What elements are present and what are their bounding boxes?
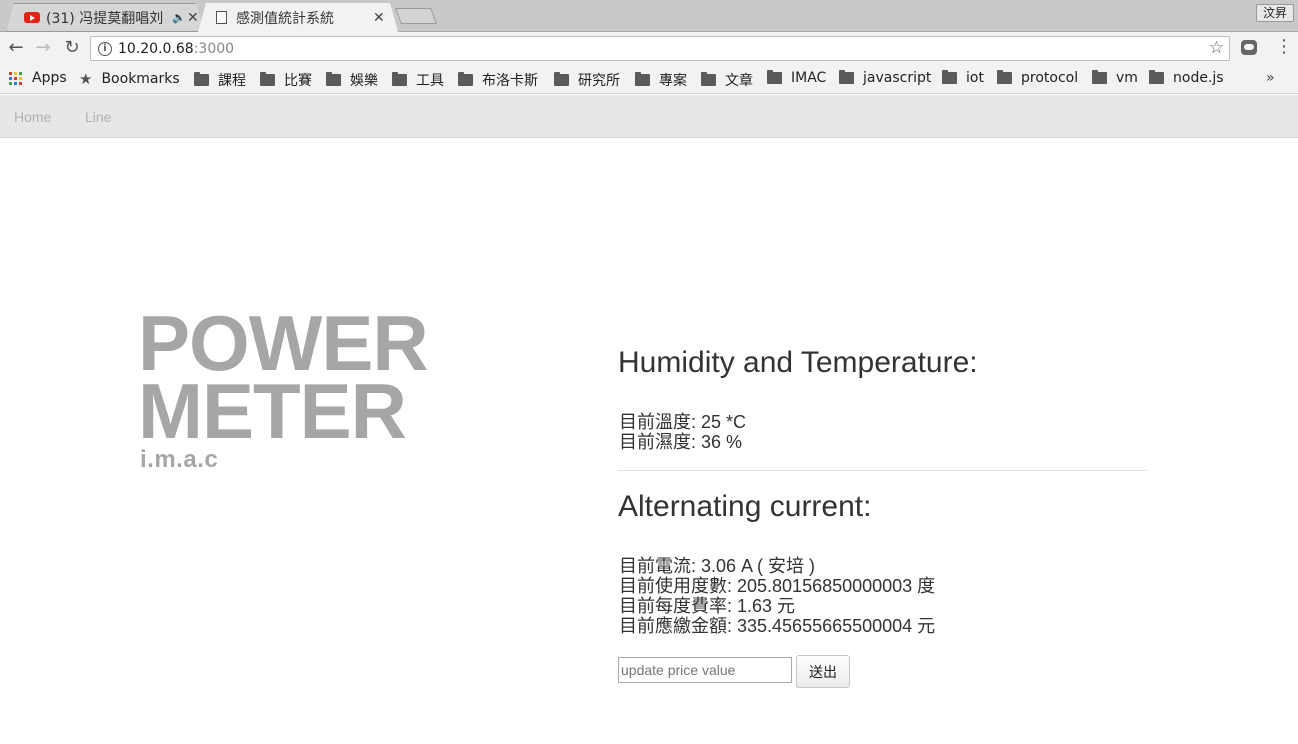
close-tab-icon[interactable]: ✕ bbox=[373, 10, 385, 26]
bookmark-folder[interactable]: 研究所 bbox=[554, 70, 620, 90]
logo-meter: METER bbox=[138, 367, 407, 455]
bookmark-folder[interactable]: node.js bbox=[1149, 70, 1224, 86]
humidity-reading: 目前濕度: 36 % bbox=[619, 432, 743, 452]
youtube-icon bbox=[24, 12, 40, 23]
back-arrow-icon[interactable]: ← bbox=[4, 36, 28, 60]
nav-home-link[interactable]: Home bbox=[14, 109, 51, 125]
cost-reading: 目前應繳金額: 335.45655665500004 元 bbox=[619, 616, 936, 636]
section-divider bbox=[618, 470, 1148, 471]
bookmarks-bar: Apps ★ Bookmarks 課程 比賽 娛樂 工具 布洛卡斯 研究所 專案… bbox=[0, 64, 1298, 94]
folder-icon bbox=[458, 72, 473, 86]
info-icon[interactable]: i bbox=[98, 42, 112, 56]
forward-arrow-icon[interactable]: → bbox=[31, 36, 55, 60]
folder-icon bbox=[839, 70, 854, 84]
bookmark-folder[interactable]: javascript bbox=[839, 70, 931, 86]
folder-icon bbox=[942, 70, 957, 84]
folder-icon bbox=[392, 72, 407, 86]
bookmark-folder[interactable]: vm bbox=[1092, 70, 1138, 86]
logo-subtitle: i.m.a.c bbox=[140, 446, 219, 473]
url-text: 10.20.0.68:3000 bbox=[118, 41, 235, 57]
bookmark-folder[interactable]: 課程 bbox=[194, 70, 246, 90]
bookmark-folder[interactable]: 娛樂 bbox=[326, 70, 378, 90]
bookmark-folder[interactable]: 比賽 bbox=[260, 70, 312, 90]
document-icon bbox=[216, 11, 227, 24]
bookmark-folder[interactable]: 布洛卡斯 bbox=[458, 70, 538, 90]
close-tab-icon[interactable]: ✕ bbox=[187, 10, 199, 26]
bookmark-folder[interactable]: 文章 bbox=[701, 70, 753, 90]
speaker-icon[interactable]: 🔈 bbox=[172, 11, 186, 24]
tab-title: 感測值統計系統 bbox=[236, 10, 334, 27]
reload-icon[interactable]: ↻ bbox=[60, 36, 84, 60]
tab-sensor-system[interactable]: 感測值統計系統 ✕ bbox=[198, 3, 398, 32]
folder-icon bbox=[260, 72, 275, 86]
more-vert-icon[interactable]: ⋮ bbox=[1275, 38, 1293, 56]
folder-icon bbox=[554, 72, 569, 86]
tab-strip: (31) 冯提莫翻唱刘 🔈 ✕ 感測值統計系統 ✕ 汶昇 bbox=[0, 0, 1298, 32]
page-navbar: Home Line bbox=[0, 95, 1298, 138]
apps-grid-icon bbox=[9, 71, 22, 85]
bookmark-folder[interactable]: iot bbox=[942, 70, 984, 86]
bookmark-folder[interactable]: 專案 bbox=[635, 70, 687, 90]
address-bar[interactable]: i 10.20.0.68:3000 ☆ bbox=[90, 36, 1230, 61]
new-tab-button[interactable] bbox=[395, 8, 437, 24]
folder-icon bbox=[635, 72, 650, 86]
tab-youtube[interactable]: (31) 冯提莫翻唱刘 🔈 ✕ bbox=[6, 3, 204, 32]
line-extension-icon[interactable] bbox=[1241, 40, 1257, 55]
bookmark-folder[interactable]: protocol bbox=[997, 70, 1078, 86]
price-input[interactable] bbox=[618, 657, 792, 683]
bookmark-bookmarks[interactable]: ★ Bookmarks bbox=[79, 70, 180, 88]
folder-icon bbox=[767, 70, 782, 84]
folder-icon bbox=[1149, 70, 1164, 84]
bookmark-folder[interactable]: 工具 bbox=[392, 70, 444, 90]
folder-icon bbox=[701, 72, 716, 86]
bookmark-apps[interactable]: Apps bbox=[9, 70, 67, 86]
folder-icon bbox=[997, 70, 1012, 84]
bookmark-folder[interactable]: IMAC bbox=[767, 70, 826, 86]
ac-section-title: Alternating current: bbox=[618, 490, 872, 523]
folder-icon bbox=[326, 72, 341, 86]
profile-button[interactable]: 汶昇 bbox=[1256, 4, 1294, 22]
folder-icon bbox=[1092, 70, 1107, 84]
star-icon[interactable]: ☆ bbox=[1209, 38, 1224, 58]
humidity-section-title: Humidity and Temperature: bbox=[618, 346, 978, 379]
submit-button[interactable]: 送出 bbox=[796, 655, 850, 688]
nav-line-link[interactable]: Line bbox=[85, 109, 111, 125]
star-icon: ★ bbox=[79, 70, 93, 88]
folder-icon bbox=[194, 72, 209, 86]
tab-title: (31) 冯提莫翻唱刘 bbox=[46, 10, 164, 27]
bookmarks-overflow-icon[interactable]: » bbox=[1266, 70, 1275, 86]
